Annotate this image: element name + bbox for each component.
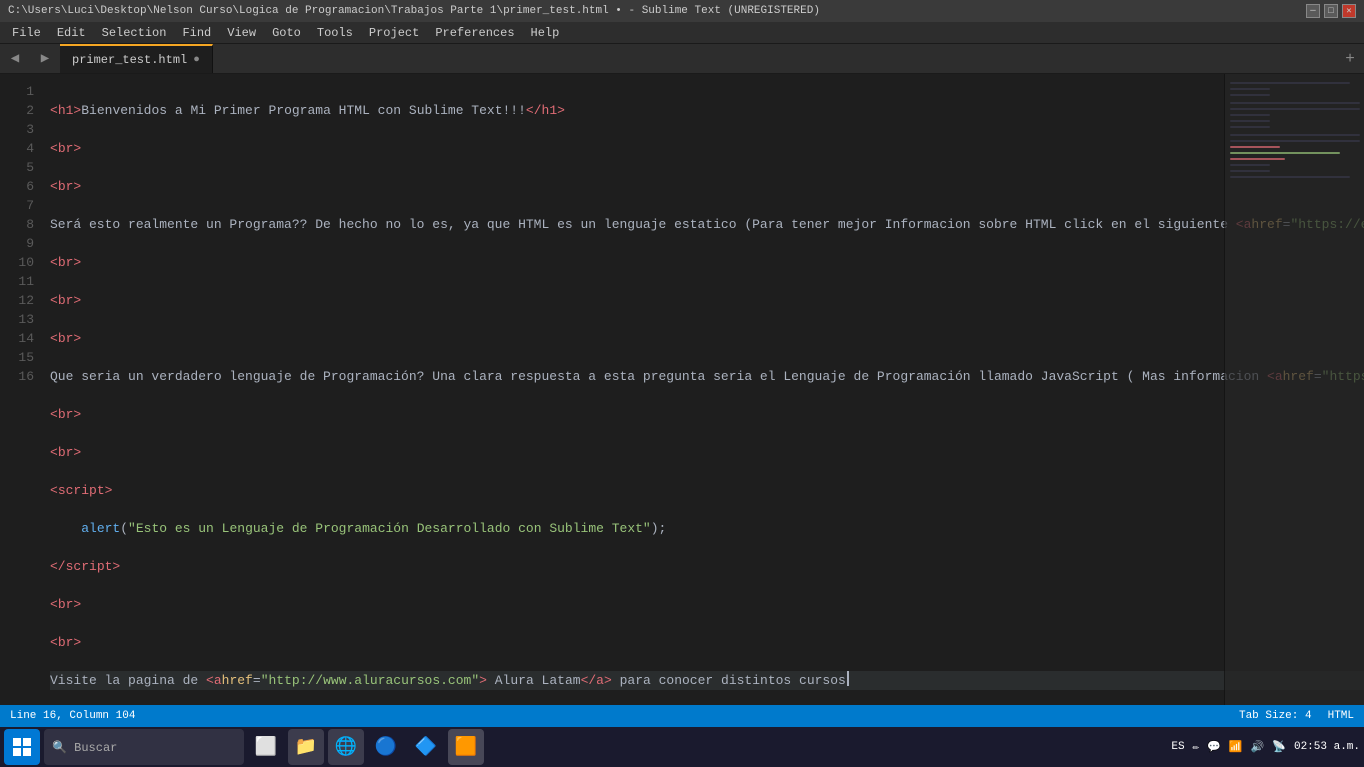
- code-line-13: </script>: [50, 557, 1364, 576]
- code-area[interactable]: <h1>Bienvenidos a Mi Primer Programa HTM…: [42, 74, 1364, 705]
- taskbar-right: ES ✏ 💬 📶 🔊 📡 02:53 a.m.: [1171, 740, 1360, 754]
- vscode-button[interactable]: 🔷: [408, 729, 444, 765]
- taskview-button[interactable]: ⬜: [248, 729, 284, 765]
- code-line-10: <br>: [50, 443, 1364, 462]
- title-bar: C:\Users\Luci\Desktop\Nelson Curso\Logic…: [0, 0, 1364, 22]
- code-line-1: <h1>Bienvenidos a Mi Primer Programa HTM…: [50, 101, 1364, 120]
- code-line-15: <br>: [50, 633, 1364, 652]
- window-controls: ─ □ ✕: [1306, 4, 1356, 18]
- start-button[interactable]: [4, 729, 40, 765]
- editor: 1 2 3 4 5 6 7 8 9 10 11 12 13 14 15 16 <…: [0, 74, 1364, 705]
- menu-bar: File Edit Selection Find View Goto Tools…: [0, 22, 1364, 44]
- tab-primer-test[interactable]: primer_test.html ●: [60, 44, 213, 73]
- status-bar: Line 16, Column 104 Tab Size: 4 HTML: [0, 705, 1364, 727]
- language-indicator[interactable]: ES: [1171, 741, 1184, 753]
- menu-edit[interactable]: Edit: [49, 24, 94, 42]
- search-taskbar-button[interactable]: 🔍 Buscar: [44, 729, 244, 765]
- menu-project[interactable]: Project: [361, 24, 427, 42]
- code-line-11: <script>: [50, 481, 1364, 500]
- menu-file[interactable]: File: [4, 24, 49, 42]
- discord-icon: 💬: [1207, 740, 1221, 754]
- code-line-14: <br>: [50, 595, 1364, 614]
- code-line-7: <br>: [50, 329, 1364, 348]
- menu-view[interactable]: View: [219, 24, 264, 42]
- line-numbers: 1 2 3 4 5 6 7 8 9 10 11 12 13 14 15 16: [0, 74, 42, 705]
- clock[interactable]: 02:53 a.m.: [1294, 741, 1360, 753]
- volume-icon: 🔊: [1251, 740, 1265, 754]
- network-icon: 📡: [1272, 740, 1286, 754]
- minimize-button[interactable]: ─: [1306, 4, 1320, 18]
- title-text: C:\Users\Luci\Desktop\Nelson Curso\Logic…: [8, 5, 820, 17]
- minimap: [1224, 74, 1364, 705]
- status-left: Line 16, Column 104: [10, 710, 135, 722]
- new-tab-button[interactable]: +: [1336, 44, 1364, 73]
- code-line-8: Que seria un verdadero lenguaje de Progr…: [50, 367, 1364, 386]
- windows-icon: [13, 738, 31, 756]
- menu-tools[interactable]: Tools: [309, 24, 361, 42]
- system-tray: ES ✏ 💬 📶 🔊 📡 02:53 a.m.: [1171, 740, 1360, 754]
- tray-icon-1: 📶: [1229, 740, 1243, 754]
- tab-close-button[interactable]: ●: [193, 54, 200, 66]
- code-line-6: <br>: [50, 291, 1364, 310]
- close-button[interactable]: ✕: [1342, 4, 1356, 18]
- status-tabsize[interactable]: Tab Size: 4: [1239, 710, 1312, 722]
- pen-icon: ✏: [1193, 740, 1200, 754]
- tab-nav-left[interactable]: ◀: [0, 44, 30, 73]
- taskbar: 🔍 Buscar ⬜ 📁 🌐 🔵 🔷 🟧 ES ✏ 💬 📶 🔊 📡 02:53 …: [0, 727, 1364, 767]
- browser-edge-button[interactable]: 🌐: [328, 729, 364, 765]
- tab-bar: ◀ ▶ primer_test.html ● +: [0, 44, 1364, 74]
- code-line-4: Será esto realmente un Programa?? De hec…: [50, 215, 1364, 234]
- maximize-button[interactable]: □: [1324, 4, 1338, 18]
- sublime-text-button[interactable]: 🟧: [448, 729, 484, 765]
- code-line-12: alert("Esto es un Lenguaje de Programaci…: [50, 519, 1364, 538]
- code-line-9: <br>: [50, 405, 1364, 424]
- status-language[interactable]: HTML: [1328, 710, 1354, 722]
- tab-filename: primer_test.html: [72, 53, 187, 67]
- menu-help[interactable]: Help: [523, 24, 568, 42]
- chrome-button[interactable]: 🔵: [368, 729, 404, 765]
- code-line-2: <br>: [50, 139, 1364, 158]
- menu-find[interactable]: Find: [174, 24, 219, 42]
- status-position[interactable]: Line 16, Column 104: [10, 710, 135, 722]
- code-line-16: Visite la pagina de <a href="http://www.…: [50, 671, 1364, 690]
- menu-selection[interactable]: Selection: [94, 24, 175, 42]
- menu-preferences[interactable]: Preferences: [427, 24, 522, 42]
- tab-nav-right[interactable]: ▶: [30, 44, 60, 73]
- code-line-3: <br>: [50, 177, 1364, 196]
- file-explorer-button[interactable]: 📁: [288, 729, 324, 765]
- menu-goto[interactable]: Goto: [264, 24, 309, 42]
- status-right: Tab Size: 4 HTML: [1239, 710, 1354, 722]
- minimap-preview: [1225, 74, 1364, 474]
- taskbar-left: 🔍 Buscar ⬜ 📁 🌐 🔵 🔷 🟧: [4, 729, 484, 765]
- code-line-5: <br>: [50, 253, 1364, 272]
